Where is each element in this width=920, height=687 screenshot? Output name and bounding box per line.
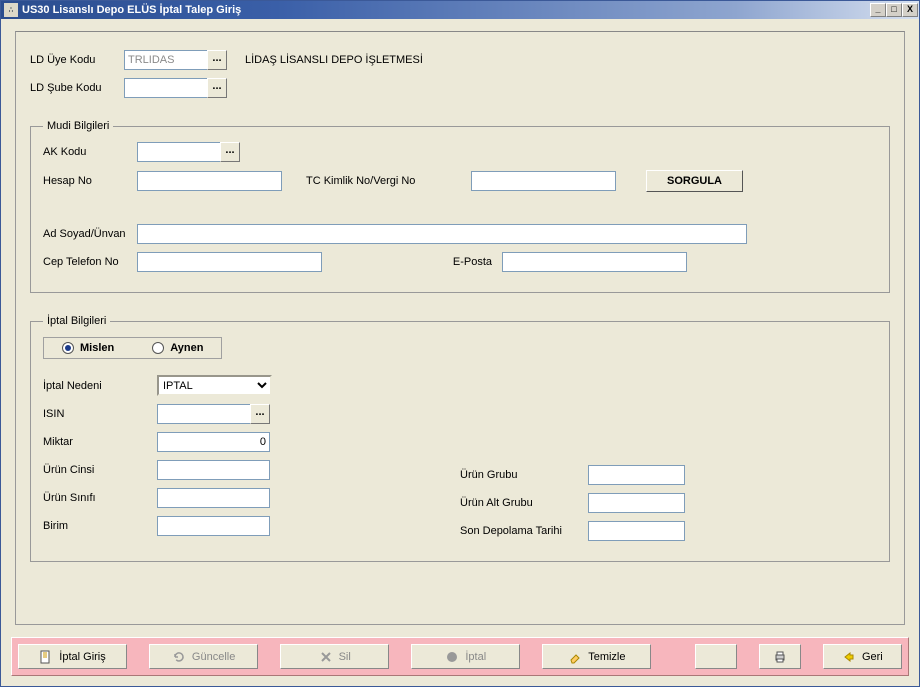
cancel-icon: [445, 650, 459, 664]
urun-alt-grubu-input: [588, 493, 685, 513]
urun-sinifi-label: Ürün Sınıfı: [43, 492, 157, 504]
ld-uye-kodu-input: [124, 50, 208, 70]
miktar-label: Miktar: [43, 436, 157, 448]
cep-input: [137, 252, 322, 272]
adsoyad-input: [137, 224, 747, 244]
sil-button[interactable]: Sil: [280, 644, 389, 669]
iptal-button[interactable]: İptal: [411, 644, 520, 669]
iptal-legend: İptal Bilgileri: [43, 315, 110, 327]
content-area: LD Üye Kodu ... LİDAŞ LİSANSLI DEPO İŞLE…: [1, 19, 919, 686]
urun-sinifi-input: [157, 488, 270, 508]
iptal-bilgileri-fieldset: İptal Bilgileri Mislen Aynen İptal Nede: [30, 315, 890, 562]
footer-toolbar: İptal Giriş Güncelle Sil İptal: [11, 637, 909, 676]
urun-grubu-label: Ürün Grubu: [460, 469, 588, 481]
eposta-label: E-Posta: [322, 256, 502, 268]
birim-input: [157, 516, 270, 536]
minimize-button[interactable]: _: [870, 3, 886, 17]
birim-label: Birim: [43, 520, 157, 532]
son-depolama-label: Son Depolama Tarihi: [460, 525, 588, 537]
ak-kodu-picker[interactable]: ...: [220, 142, 240, 162]
guncelle-button[interactable]: Güncelle: [149, 644, 258, 669]
radio-aynen-indicator: [152, 342, 164, 354]
maximize-button[interactable]: □: [886, 3, 902, 17]
window-title: US30 Lisanslı Depo ELÜS İptal Talep Giri…: [22, 4, 870, 16]
ak-kodu-input[interactable]: [137, 142, 221, 162]
radio-mislen-indicator: [62, 342, 74, 354]
temizle-button[interactable]: Temizle: [542, 644, 651, 669]
isin-picker[interactable]: ...: [250, 404, 270, 424]
urun-grubu-input: [588, 465, 685, 485]
back-arrow-icon: [842, 650, 856, 664]
main-panel: LD Üye Kodu ... LİDAŞ LİSANSLI DEPO İŞLE…: [15, 31, 905, 625]
close-button[interactable]: X: [902, 3, 918, 17]
sorgula-button[interactable]: SORGULA: [646, 170, 743, 192]
tckn-input[interactable]: [471, 171, 616, 191]
titlebar: ∴ US30 Lisanslı Depo ELÜS İptal Talep Gi…: [1, 1, 919, 19]
tckn-label: TC Kimlik No/Vergi No: [306, 175, 471, 187]
company-name: LİDAŞ LİSANSLI DEPO İŞLETMESİ: [245, 54, 423, 66]
cep-label: Cep Telefon No: [43, 256, 137, 268]
son-depolama-input: [588, 521, 685, 541]
urun-cinsi-input: [157, 460, 270, 480]
blank-button[interactable]: [695, 644, 737, 669]
ld-sube-kodu-picker[interactable]: ...: [207, 78, 227, 98]
isin-label: ISIN: [43, 408, 157, 420]
geri-button[interactable]: Geri: [823, 644, 902, 669]
iptal-giris-button[interactable]: İptal Giriş: [18, 644, 127, 669]
iptal-type-radiogroup: Mislen Aynen: [43, 337, 222, 359]
delete-icon: [319, 650, 333, 664]
ld-sube-kodu-input[interactable]: [124, 78, 208, 98]
adsoyad-label: Ad Soyad/Ünvan: [43, 228, 137, 240]
eposta-input: [502, 252, 687, 272]
ld-sube-kodu-label: LD Şube Kodu: [30, 82, 124, 94]
app-window: ∴ US30 Lisanslı Depo ELÜS İptal Talep Gi…: [0, 0, 920, 687]
app-icon: ∴: [4, 3, 18, 17]
mudi-legend: Mudi Bilgileri: [43, 120, 113, 132]
iptal-neden-select[interactable]: IPTAL: [157, 375, 272, 396]
urun-alt-grubu-label: Ürün Alt Grubu: [460, 497, 588, 509]
ak-kodu-label: AK Kodu: [43, 146, 137, 158]
radio-aynen[interactable]: Aynen: [152, 342, 203, 354]
ld-uye-kodu-label: LD Üye Kodu: [30, 54, 124, 66]
isin-input[interactable]: [157, 404, 251, 424]
ld-uye-kodu-picker[interactable]: ...: [207, 50, 227, 70]
refresh-icon: [172, 650, 186, 664]
eraser-icon: [568, 650, 582, 664]
hesap-no-input[interactable]: [137, 171, 282, 191]
hesap-no-label: Hesap No: [43, 175, 137, 187]
iptal-neden-label: İptal Nedeni: [43, 380, 157, 392]
radio-mislen[interactable]: Mislen: [62, 342, 114, 354]
miktar-input[interactable]: [157, 432, 270, 452]
document-new-icon: [39, 650, 53, 664]
print-button[interactable]: [759, 644, 801, 669]
window-buttons: _ □ X: [870, 3, 918, 17]
mudi-bilgileri-fieldset: Mudi Bilgileri AK Kodu ... Hesap No TC K…: [30, 120, 890, 293]
urun-cinsi-label: Ürün Cinsi: [43, 464, 157, 476]
printer-icon: [773, 650, 787, 664]
